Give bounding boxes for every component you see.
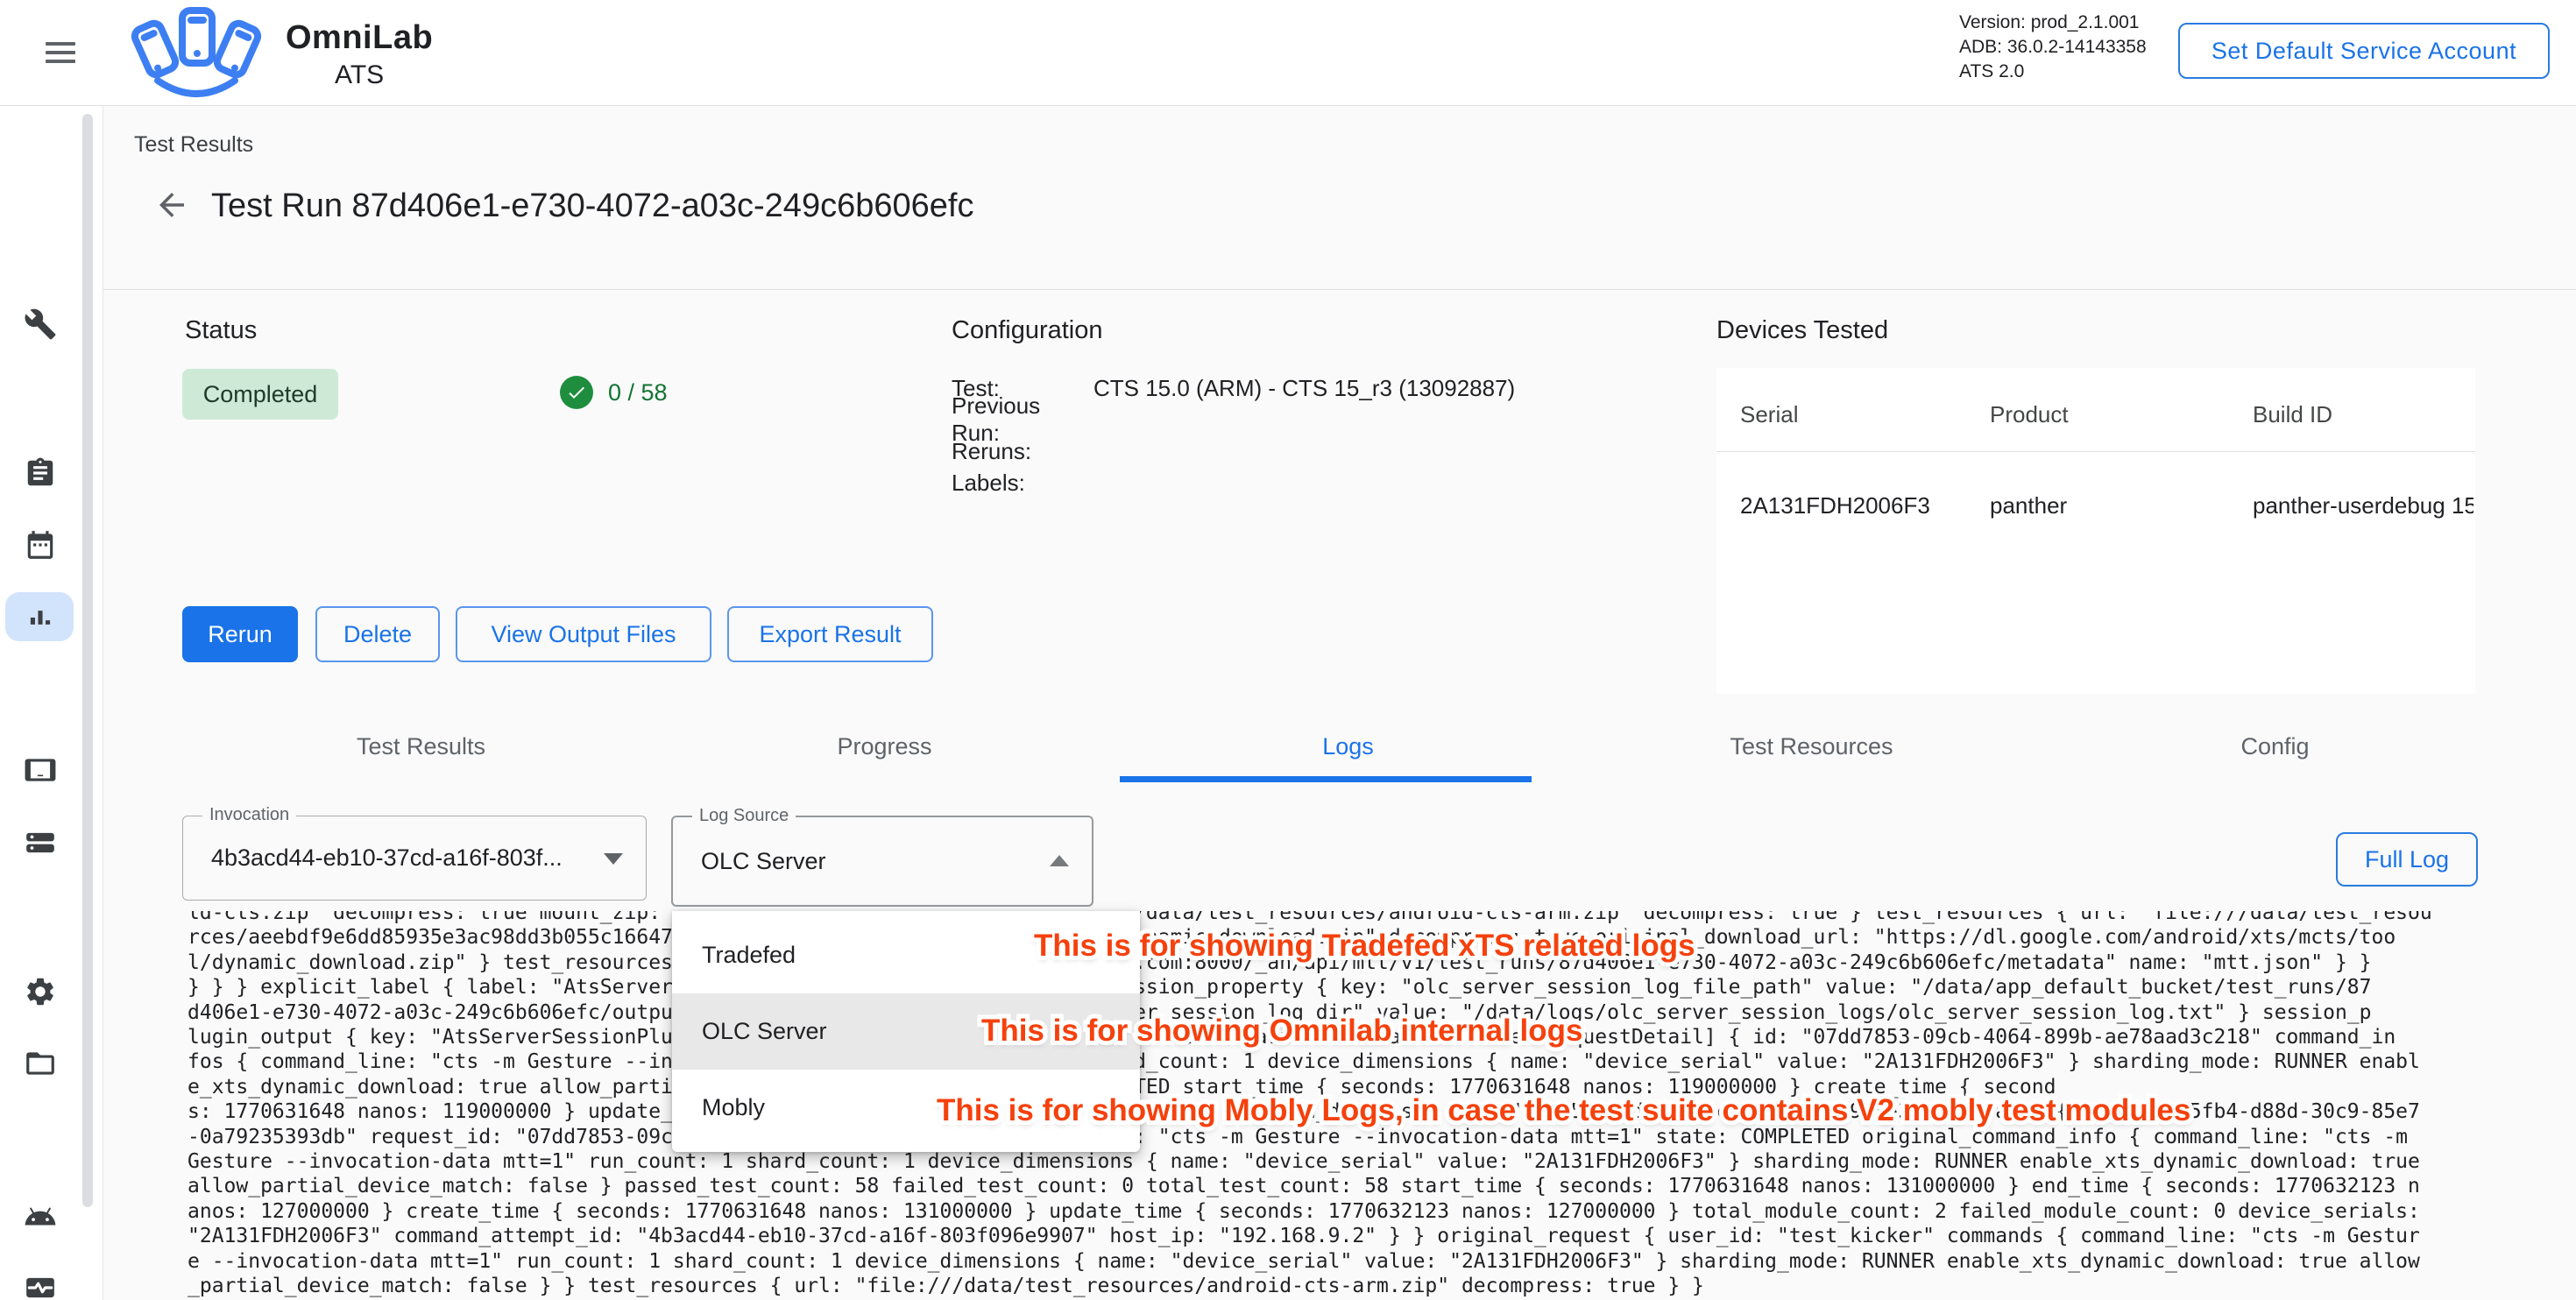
set-default-service-account-button[interactable]: Set Default Service Account xyxy=(2178,23,2550,79)
annotation-mobly: This is for showing Mobly Logs, in case … xyxy=(937,1093,2190,1128)
device-serial: 2A131FDH2006F3 xyxy=(1740,492,1985,519)
version-line: Version: prod_2.1.001 xyxy=(1959,11,2147,35)
version-line: ADB: 36.0.2-14143358 xyxy=(1959,35,2147,60)
devices-table-header: Serial Product Build ID xyxy=(1716,368,2475,452)
rerun-button[interactable]: Rerun xyxy=(182,606,298,662)
version-info: Version: prod_2.1.001ADB: 36.0.2-1414335… xyxy=(1959,11,2147,84)
android-icon[interactable] xyxy=(24,1200,57,1233)
column-product: Product xyxy=(1990,401,2244,428)
invocation-value: 4b3acd44-eb10-37cd-a16f-803f... xyxy=(211,816,563,900)
devices-tested-heading: Devices Tested xyxy=(1716,316,1888,345)
omnilab-ats-app: OmniLab ATS Version: prod_2.1.001ADB: 36… xyxy=(0,0,2576,1300)
storage-icon[interactable] xyxy=(24,826,57,859)
full-log-button[interactable]: Full Log xyxy=(2336,832,2478,887)
bar-chart-icon[interactable] xyxy=(24,601,57,634)
view-output-files-button[interactable]: View Output Files xyxy=(456,606,711,662)
tab-bar: Test Results Progress Logs Test Resource… xyxy=(189,718,2507,774)
log-line: allow_partial_device_match: false } pass… xyxy=(188,1174,2518,1198)
tab-label: Test Resources xyxy=(1730,733,1893,760)
configuration-heading: Configuration xyxy=(952,316,1103,345)
column-serial: Serial xyxy=(1740,401,1985,428)
log-line: } } } explicit_label { label: "AtsServer… xyxy=(188,975,2518,1000)
log-line: _partial_device_match: false } } test_re… xyxy=(188,1274,2518,1298)
tab[interactable]: Test Resources xyxy=(1580,718,2043,774)
status-badge: Completed xyxy=(182,369,338,420)
brand-name: OmniLab xyxy=(286,19,433,57)
page-title: Test Run 87d406e1-e730-4072-a03c-249c6b6… xyxy=(211,187,973,225)
tab[interactable]: Logs xyxy=(1116,718,1580,774)
gear-icon[interactable] xyxy=(24,975,57,1008)
device-build-id: panther-userdebug 15 xyxy=(2253,492,2473,519)
log-line: e --invocation-data mtt=1" run_count: 1 … xyxy=(188,1249,2518,1274)
tab-label: Config xyxy=(2240,733,2309,760)
main-content: Test Results Test Run 87d406e1-e730-4072… xyxy=(103,106,2576,1300)
tab[interactable]: Progress xyxy=(653,718,1116,774)
omnilab-logo-icon xyxy=(117,4,276,109)
active-tab-underline xyxy=(1120,776,1532,782)
delete-button[interactable]: Delete xyxy=(315,606,440,662)
log-source-value: OLC Server xyxy=(701,817,826,905)
tab[interactable]: Test Results xyxy=(189,718,653,774)
calendar-icon[interactable] xyxy=(24,528,57,562)
log-line: fos { command_line: "cts -m Gesture --in… xyxy=(188,1049,2518,1074)
configuration-row: Previous Run: xyxy=(952,404,1705,435)
tab-label: Test Results xyxy=(357,733,485,760)
configuration-row: Labels: xyxy=(952,467,1705,498)
check-circle-icon xyxy=(560,376,593,409)
config-label: Labels: xyxy=(952,470,1093,497)
breadcrumb: Test Results xyxy=(134,132,253,158)
wrench-icon[interactable] xyxy=(24,307,57,341)
configuration-row: Reruns: xyxy=(952,435,1705,467)
device-product: panther xyxy=(1990,492,2244,519)
log-source-select[interactable]: Log Source OLC Server xyxy=(671,816,1093,907)
brand-text: OmniLab ATS xyxy=(286,19,433,90)
clipboard-icon[interactable] xyxy=(24,456,57,490)
tab[interactable]: Config xyxy=(2043,718,2507,774)
annotation-olc-server: This is for showing Omnilab internal log… xyxy=(981,1014,1582,1049)
chevron-down-icon xyxy=(604,853,623,865)
log-source-option-label: Mobly xyxy=(702,1094,765,1121)
export-result-button[interactable]: Export Result xyxy=(727,606,933,662)
brand-subtitle: ATS xyxy=(286,60,433,90)
tab-label: Logs xyxy=(1322,733,1374,760)
status-heading: Status xyxy=(185,316,257,345)
tablet-icon[interactable] xyxy=(24,753,57,787)
log-line: "2A131FDH2006F3" command_attempt_id: "4b… xyxy=(188,1224,2518,1248)
log-source-option-label: OLC Server xyxy=(702,1018,827,1045)
device-activity-icon[interactable] xyxy=(24,1271,57,1300)
version-line: ATS 2.0 xyxy=(1959,60,2147,84)
title-divider xyxy=(103,289,2576,290)
column-build-id: Build ID xyxy=(2253,401,2473,428)
configuration-rows: Test: CTS 15.0 (ARM) - CTS 15_r3 (130928… xyxy=(952,372,1705,498)
invocation-select[interactable]: Invocation 4b3acd44-eb10-37cd-a16f-803f.… xyxy=(182,816,647,901)
chevron-up-icon xyxy=(1050,855,1069,866)
log-source-option-label: Tradefed xyxy=(702,942,796,969)
config-value: CTS 15.0 (ARM) - CTS 15_r3 (13092887) xyxy=(1093,375,1705,402)
content-scrollbar-left[interactable] xyxy=(82,114,93,1207)
config-label: Reruns: xyxy=(952,438,1093,465)
menu-icon[interactable] xyxy=(46,37,77,68)
log-line: ld-cts.zip" decompress: true mount_zip: … xyxy=(188,911,2518,925)
log-line: Gesture --invocation-data mtt=1" run_cou… xyxy=(188,1149,2518,1174)
devices-table: Serial Product Build ID 2A131FDH2006F3 p… xyxy=(1716,368,2475,694)
folder-icon[interactable] xyxy=(24,1047,57,1080)
log-line: anos: 127000000 } create_time { seconds:… xyxy=(188,1199,2518,1224)
annotation-tradefed: This is for showing Tradefed xTS related… xyxy=(1034,929,1695,964)
failed-total-count: 0 / 58 xyxy=(608,379,668,406)
tab-label: Progress xyxy=(837,733,931,760)
back-arrow-icon[interactable] xyxy=(153,187,190,223)
app-header: OmniLab ATS Version: prod_2.1.001ADB: 36… xyxy=(0,0,2576,106)
